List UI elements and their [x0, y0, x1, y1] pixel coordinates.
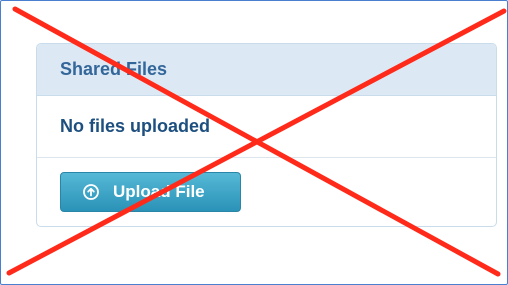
panel-body: No files uploaded [37, 96, 496, 158]
panel-heading: Shared Files [37, 44, 496, 96]
upload-button-label: Upload File [113, 182, 205, 201]
screenshot-frame: Shared Files No files uploaded Upload Fi… [0, 0, 508, 285]
upload-file-button[interactable]: Upload File [60, 172, 241, 212]
panel-footer: Upload File [37, 158, 496, 212]
empty-state-message: No files uploaded [60, 116, 211, 136]
shared-files-panel: Shared Files No files uploaded Upload Fi… [36, 43, 497, 227]
upload-circle-icon [83, 184, 99, 200]
panel-title: Shared Files [60, 59, 168, 79]
